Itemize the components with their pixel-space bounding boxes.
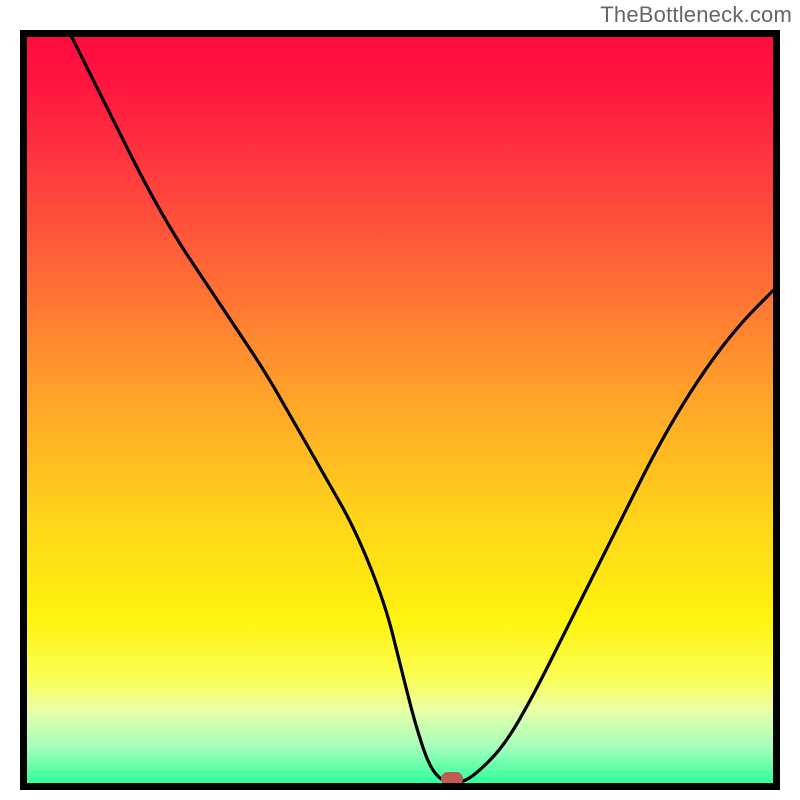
bottleneck-curve [72,37,773,783]
watermark-text: TheBottleneck.com [600,2,792,28]
optimal-point-marker [441,772,463,786]
curve-svg [27,37,773,783]
chart-container: TheBottleneck.com [0,0,800,800]
plot-frame [20,30,780,790]
